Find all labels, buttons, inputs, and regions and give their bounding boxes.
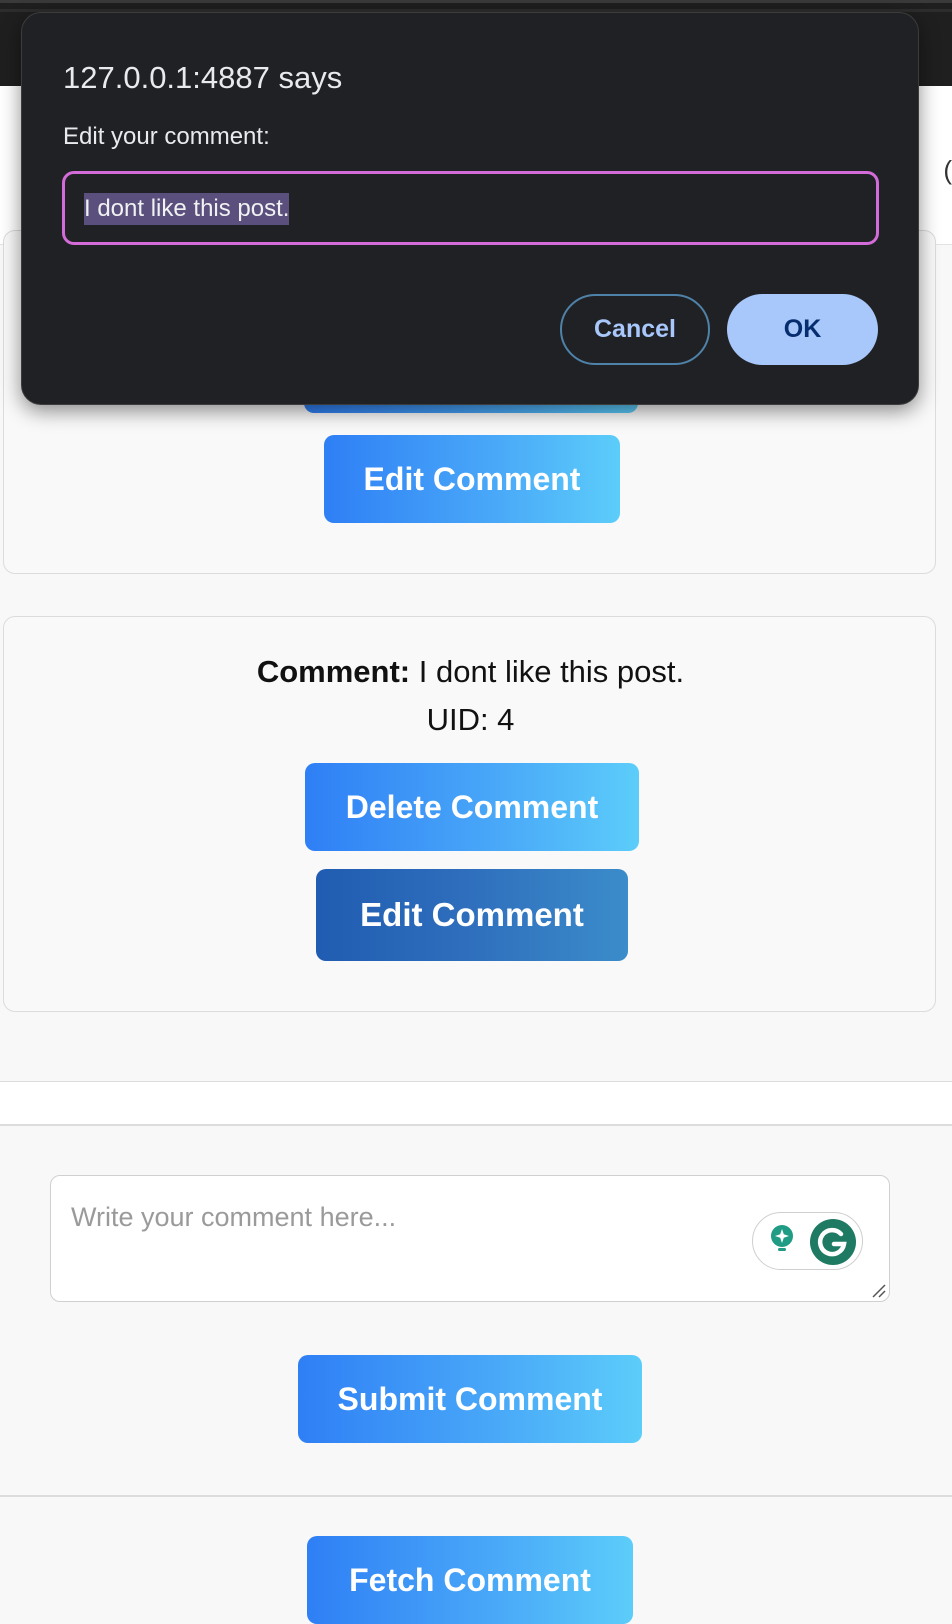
grammarly-widget[interactable] xyxy=(752,1212,863,1270)
comment-card: Comment: I dont like this post. UID: 4 D… xyxy=(3,616,936,1012)
header-edge-glyph: ( xyxy=(943,155,952,185)
ok-button[interactable]: OK xyxy=(727,294,878,365)
dialog-input-value: I dont like this post. xyxy=(84,193,290,225)
comment-uid: UID: 4 xyxy=(426,702,515,737)
lightbulb-sparkle-icon xyxy=(771,1225,793,1251)
section-divider xyxy=(0,1124,952,1126)
edit-comment-button[interactable]: Edit Comment xyxy=(324,435,620,523)
comment-text: I dont like this post. xyxy=(418,654,685,689)
grammarly-g-icon xyxy=(810,1219,856,1265)
comment-text-line: Comment: I dont like this post. xyxy=(4,654,937,690)
dialog-message: Edit your comment: xyxy=(63,123,270,150)
comment-placeholder: Write your comment here... xyxy=(71,1202,397,1232)
edit-comment-button[interactable]: Edit Comment xyxy=(316,869,628,961)
resize-grip-icon[interactable] xyxy=(870,1282,886,1298)
delete-comment-button[interactable]: Delete Comment xyxy=(305,763,639,851)
section-divider xyxy=(0,1495,952,1497)
comment-label: Comment: xyxy=(256,654,411,689)
comment-textarea[interactable]: Write your comment here... xyxy=(50,1175,890,1302)
fetch-comment-button[interactable]: Fetch Comment xyxy=(307,1536,633,1624)
dialog-comment-input[interactable]: I dont like this post. xyxy=(62,171,879,245)
dialog-title: 127.0.0.1:4887 says xyxy=(63,60,343,95)
cancel-button[interactable]: Cancel xyxy=(560,294,710,365)
white-band xyxy=(0,1082,952,1124)
submit-comment-button[interactable]: Submit Comment xyxy=(298,1355,642,1443)
edit-comment-dialog: 127.0.0.1:4887 says Edit your comment: I… xyxy=(21,12,919,405)
